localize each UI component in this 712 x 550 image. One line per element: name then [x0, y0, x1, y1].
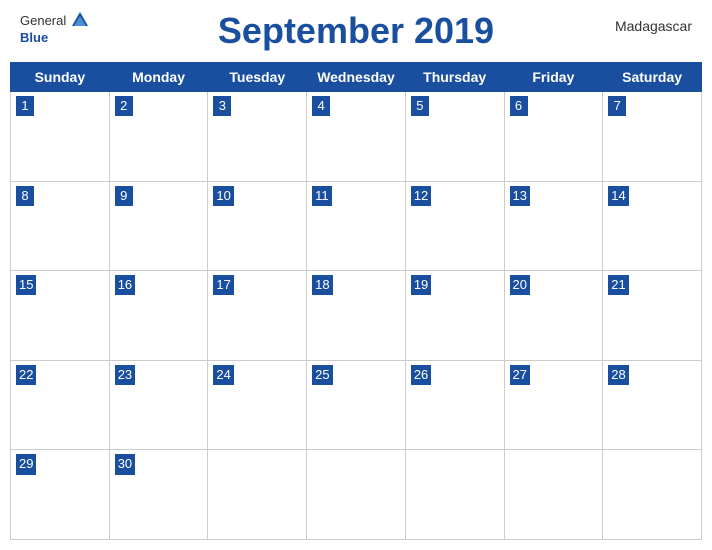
date-13: 13	[510, 186, 530, 206]
cell-w2-d1: 8	[11, 181, 110, 271]
date-30: 30	[115, 454, 135, 474]
week-row-3: 15 16 17 18 19 20 21	[11, 271, 702, 361]
logo-icon	[70, 10, 90, 30]
cell-w3-d5: 19	[405, 271, 504, 361]
cell-w3-d1: 15	[11, 271, 110, 361]
cell-w5-d3	[208, 450, 307, 540]
header-friday: Friday	[504, 63, 603, 92]
day-header-row: Sunday Monday Tuesday Wednesday Thursday…	[11, 63, 702, 92]
date-15: 15	[16, 275, 36, 295]
cell-w1-d1: 1	[11, 92, 110, 182]
cell-w5-d7	[603, 450, 702, 540]
cell-w4-d2: 23	[109, 360, 208, 450]
cell-w3-d7: 21	[603, 271, 702, 361]
date-2: 2	[115, 96, 133, 116]
week-row-2: 8 9 10 11 12 13 14	[11, 181, 702, 271]
date-1: 1	[16, 96, 34, 116]
date-8: 8	[16, 186, 34, 206]
logo-blue-text: Blue	[20, 30, 48, 45]
cell-w1-d6: 6	[504, 92, 603, 182]
cell-w2-d6: 13	[504, 181, 603, 271]
header-monday: Monday	[109, 63, 208, 92]
date-17: 17	[213, 275, 233, 295]
week-row-5: 29 30	[11, 450, 702, 540]
date-25: 25	[312, 365, 332, 385]
calendar-title: September 2019	[218, 10, 494, 52]
date-27: 27	[510, 365, 530, 385]
date-11: 11	[312, 186, 332, 206]
date-26: 26	[411, 365, 431, 385]
cell-w2-d2: 9	[109, 181, 208, 271]
cell-w5-d6	[504, 450, 603, 540]
header-thursday: Thursday	[405, 63, 504, 92]
cell-w4-d7: 28	[603, 360, 702, 450]
cell-w5-d1: 29	[11, 450, 110, 540]
cell-w4-d1: 22	[11, 360, 110, 450]
cell-w1-d3: 3	[208, 92, 307, 182]
date-20: 20	[510, 275, 530, 295]
cell-w4-d6: 27	[504, 360, 603, 450]
date-29: 29	[16, 454, 36, 474]
date-16: 16	[115, 275, 135, 295]
date-28: 28	[608, 365, 628, 385]
cell-w4-d5: 26	[405, 360, 504, 450]
calendar-header: General Blue September 2019 Madagascar	[0, 0, 712, 62]
cell-w5-d4	[307, 450, 406, 540]
cell-w5-d2: 30	[109, 450, 208, 540]
logo: General Blue	[20, 10, 90, 45]
date-9: 9	[115, 186, 133, 206]
date-22: 22	[16, 365, 36, 385]
date-3: 3	[213, 96, 231, 116]
cell-w1-d5: 5	[405, 92, 504, 182]
header-saturday: Saturday	[603, 63, 702, 92]
cell-w3-d4: 18	[307, 271, 406, 361]
cell-w3-d2: 16	[109, 271, 208, 361]
logo-general-text: General	[20, 13, 66, 28]
date-6: 6	[510, 96, 528, 116]
date-4: 4	[312, 96, 330, 116]
cell-w4-d3: 24	[208, 360, 307, 450]
date-14: 14	[608, 186, 628, 206]
date-24: 24	[213, 365, 233, 385]
date-10: 10	[213, 186, 233, 206]
cell-w1-d4: 4	[307, 92, 406, 182]
cell-w1-d2: 2	[109, 92, 208, 182]
header-wednesday: Wednesday	[307, 63, 406, 92]
cell-w1-d7: 7	[603, 92, 702, 182]
cell-w3-d6: 20	[504, 271, 603, 361]
date-5: 5	[411, 96, 429, 116]
cell-w5-d5	[405, 450, 504, 540]
date-23: 23	[115, 365, 135, 385]
date-18: 18	[312, 275, 332, 295]
cell-w2-d4: 11	[307, 181, 406, 271]
header-sunday: Sunday	[11, 63, 110, 92]
calendar-table: Sunday Monday Tuesday Wednesday Thursday…	[10, 62, 702, 540]
cell-w2-d3: 10	[208, 181, 307, 271]
country-label: Madagascar	[615, 18, 692, 34]
date-21: 21	[608, 275, 628, 295]
cell-w2-d5: 12	[405, 181, 504, 271]
date-19: 19	[411, 275, 431, 295]
date-7: 7	[608, 96, 626, 116]
cell-w2-d7: 14	[603, 181, 702, 271]
date-12: 12	[411, 186, 431, 206]
cell-w4-d4: 25	[307, 360, 406, 450]
week-row-1: 1 2 3 4 5 6 7	[11, 92, 702, 182]
header-tuesday: Tuesday	[208, 63, 307, 92]
calendar-wrapper: Sunday Monday Tuesday Wednesday Thursday…	[0, 62, 712, 550]
cell-w3-d3: 17	[208, 271, 307, 361]
week-row-4: 22 23 24 25 26 27 28	[11, 360, 702, 450]
